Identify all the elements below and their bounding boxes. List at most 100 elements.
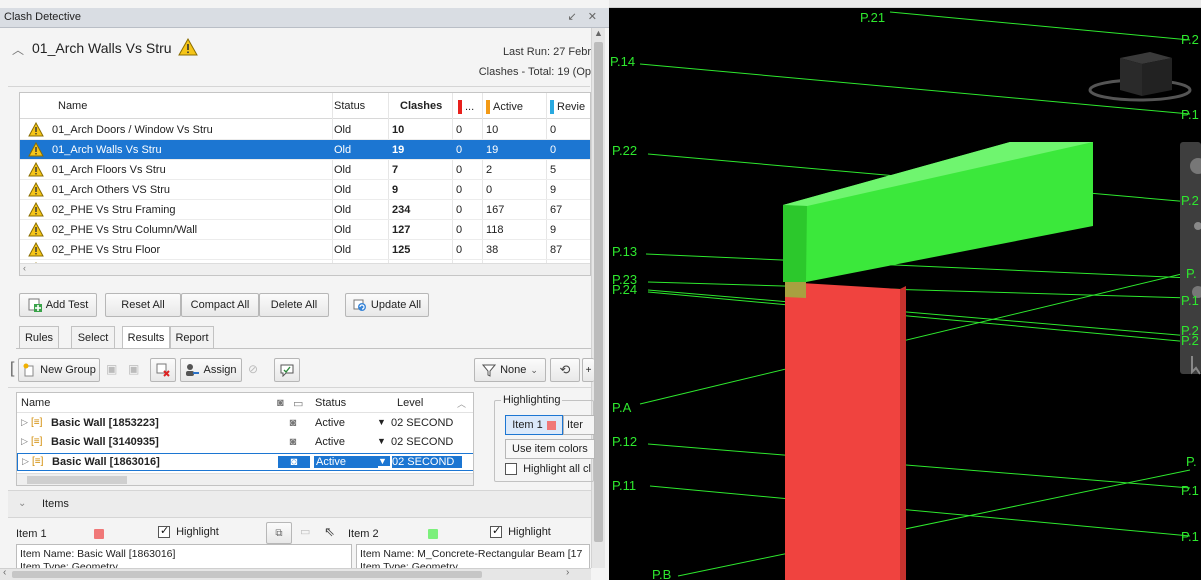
item2-highlight-checkbox[interactable]: Highlight [490,524,551,539]
item1-highlight-checkbox[interactable]: Highlight [158,524,219,539]
panel-title: Clash Detective [4,11,82,23]
highlight-all-checkbox[interactable]: Highlight all cl [505,463,595,476]
camera-icon[interactable]: ◙ [277,436,309,448]
more-toolbar-button[interactable]: + [582,358,594,382]
status-dropdown-icon[interactable]: ▼ [378,456,390,466]
reset-view-button[interactable]: ⟲ [550,358,580,382]
header-status[interactable]: Status [334,100,384,112]
grid-label: P.1 [1181,483,1199,498]
items-chevron-icon[interactable]: ⌄ [18,498,26,509]
table-row[interactable]: 01_Arch Others VS Stru Old 9 0 0 9 [20,180,590,200]
select-item-button[interactable]: ⧉ [266,522,292,544]
cell-new: 0 [456,244,463,256]
items-section-header[interactable]: ⌄ Items [8,490,591,518]
header-clashes[interactable]: Clashes [400,100,460,112]
checkbox-icon[interactable] [505,463,517,476]
table-row[interactable]: 01_Arch Walls Vs Stru Old 19 0 19 0 [20,140,590,160]
checkbox-checked-icon[interactable] [158,524,170,539]
cell-reviewed: 0 [550,124,557,136]
grid-line [639,271,1191,405]
zoom-item-icon[interactable]: ▭ [300,525,310,538]
cell-name: 02_PHE Vs Stru Column/Wall [52,224,198,236]
panel-scrollbar-thumb[interactable] [12,571,482,578]
grid-label: P.11 [612,478,636,493]
panel-vertical-scrollbar[interactable]: ▲ [591,28,605,568]
panel-window-buttons[interactable]: ↙ ✕ [568,10,602,23]
update-all-button[interactable]: Update All [345,293,429,317]
tab-rules[interactable]: Rules [19,326,59,348]
new-group-button[interactable]: New Group [18,358,100,382]
unassign-icon[interactable]: ⊘ [248,362,258,376]
assign-button[interactable]: Assign [180,358,242,382]
header-active[interactable]: Active [486,100,546,114]
scroll-up-icon[interactable]: ▲ [594,28,603,38]
checkbox-checked-icon[interactable] [490,524,502,539]
filter-dropdown[interactable]: None ⌄ [474,358,546,382]
add-comment-button[interactable] [274,358,300,382]
collapse-chevron-icon[interactable]: ︿ [12,41,24,58]
result-name: Basic Wall [1863016] [52,456,160,468]
delete-all-button[interactable]: Delete All [259,293,329,317]
panel-horizontal-scrollbar[interactable]: ‹ › [0,567,591,580]
results-header-name[interactable]: Name [21,397,50,409]
items-label: Items [42,498,69,510]
cell-status: Old [334,124,352,136]
status-dropdown-icon[interactable]: ▼ [377,417,389,427]
use-item-colors-button[interactable]: Use item colors [505,439,595,459]
result-status: Active [314,456,378,468]
status-dropdown-icon[interactable]: ▼ [377,436,389,446]
viewport-canvas[interactable]: P.21 P.14 P.22 P.13 P.23 P.24 P.A P.12 P… [609,8,1201,580]
results-row[interactable]: ▷ [≡] Basic Wall [1853223] ◙ Active ▼ 02 SECON… [17,415,473,433]
table-row[interactable]: 02_PHE Vs Stru Framing Old 234 0 167 67 [20,200,590,220]
table-horizontal-scrollbar[interactable]: ‹ [20,263,590,275]
tab-results[interactable]: Results [122,326,170,349]
camera-icon[interactable]: ◙ [278,456,310,468]
header-new[interactable]: ... [458,100,482,114]
highlight-item1-button[interactable]: Item 1 [505,415,563,435]
filter-icon [482,364,497,377]
ungroup-icon[interactable]: ▣ [128,362,139,376]
item1-color-swatch[interactable] [94,529,104,539]
results-header-row: Name ◙ ▭ Status Level ︿ [17,395,473,413]
grid-label: P.2 [1181,32,1199,47]
divider [8,86,590,87]
3d-viewport[interactable]: P.21 P.14 P.22 P.13 P.23 P.24 P.A P.12 P… [609,8,1201,580]
results-header-level[interactable]: Level [397,397,423,409]
group-select-icon[interactable]: ▣ [106,362,117,376]
grid-line [647,289,1191,337]
expand-arrow-icon[interactable]: ▷ [21,436,28,447]
reset-all-button[interactable]: Reset All [105,293,181,317]
table-header-row: Name Status Clashes ... Active Revie [20,93,590,119]
cell-active: 38 [486,244,499,256]
header-reviewed[interactable]: Revie [550,100,590,114]
expand-arrow-icon[interactable]: ▷ [22,456,29,467]
header-name[interactable]: Name [58,100,338,112]
grid-line [647,291,1191,343]
highlight-item2-button[interactable]: Iter [563,415,595,435]
results-header-status[interactable]: Status [315,397,346,409]
tab-select[interactable]: Select [71,326,115,348]
view-cube[interactable] [1088,52,1192,102]
expand-arrow-icon[interactable]: ▷ [21,417,28,428]
tab-report[interactable]: Report [170,326,214,348]
add-test-button[interactable]: Add Test [19,293,97,317]
camera-icon[interactable]: ◙ [277,417,309,429]
table-row[interactable]: 01_Arch Doors / Window Vs Stru Old 10 0 10 0 [20,120,590,140]
results-row[interactable]: ▷ [≡] Basic Wall [3140935] ◙ Active ▼ 02 SECON… [17,434,473,452]
highlighting-group: Highlighting Item 1 Iter Use item colors… [494,394,595,482]
table-row[interactable]: 02_PHE Vs Stru Column/Wall Old 127 0 118 9 [20,220,590,240]
results-horizontal-scrollbar[interactable] [17,473,473,485]
grid-label: P.1 [1181,107,1199,122]
warning-icon [28,142,44,157]
results-row[interactable]: ▷ [≡] Basic Wall [1863016] ◙ Active ▼ 02 SECON… [17,453,473,471]
wall-element[interactable] [785,282,900,580]
table-row[interactable]: 01_Arch Floors Vs Stru Old 7 0 2 5 [20,160,590,180]
results-scrollbar-thumb[interactable] [27,476,127,484]
cursor-icon[interactable]: ⇖ [324,524,335,540]
item2-color-swatch[interactable] [428,529,438,539]
scrollbar-thumb[interactable] [594,42,603,542]
results-scroll-up-icon[interactable]: ︿ [457,397,466,410]
remove-from-group-button[interactable] [150,358,176,382]
compact-all-button[interactable]: Compact All [181,293,259,317]
table-row[interactable]: 02_PHE Vs Stru Floor Old 125 0 38 87 [20,240,590,260]
